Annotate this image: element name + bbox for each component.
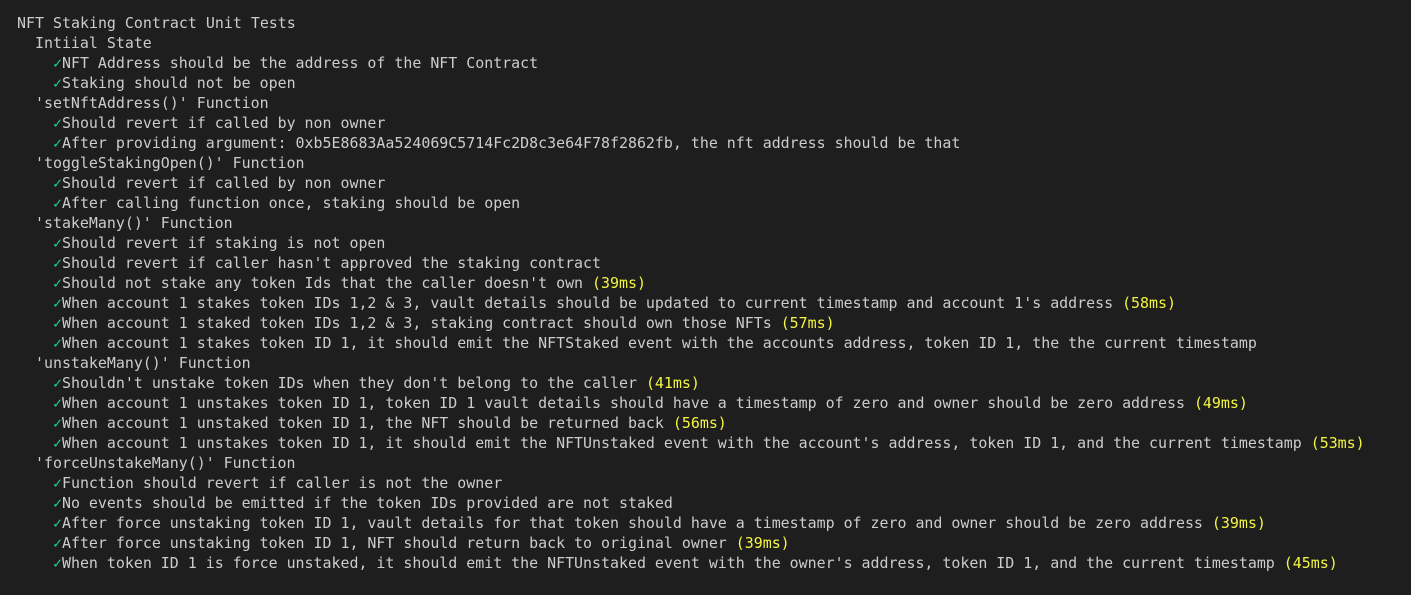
check-icon: ✓ bbox=[53, 274, 62, 292]
test-result-row: ✓After calling function once, staking sh… bbox=[0, 193, 1411, 213]
test-duration: (53ms) bbox=[1310, 434, 1365, 452]
test-result-row: ✓After providing argument: 0xb5E8683Aa52… bbox=[0, 133, 1411, 153]
test-description: When token ID 1 is force unstaked, it sh… bbox=[61, 554, 1275, 572]
test-duration: (39ms) bbox=[592, 274, 646, 292]
test-result-row: ✓After force unstaking token ID 1, NFT s… bbox=[0, 533, 1411, 553]
check-icon: ✓ bbox=[53, 114, 62, 132]
test-group-title: Intiial State bbox=[35, 34, 152, 52]
test-group-title: 'setNftAddress()' Function bbox=[35, 94, 269, 112]
test-result-row: ✓When account 1 unstakes token ID 1, it … bbox=[0, 433, 1411, 453]
test-result-row: ✓When account 1 unstakes token ID 1, tok… bbox=[0, 393, 1411, 413]
test-description: No events should be emitted if the token… bbox=[61, 494, 673, 512]
check-icon: ✓ bbox=[53, 254, 62, 272]
test-result-row: ✓After force unstaking token ID 1, vault… bbox=[0, 513, 1411, 533]
check-icon: ✓ bbox=[53, 334, 62, 352]
check-icon: ✓ bbox=[53, 474, 62, 492]
test-description: Staking should not be open bbox=[61, 74, 296, 92]
test-description: When account 1 unstakes token ID 1, it s… bbox=[61, 434, 1302, 452]
test-description: When account 1 unstakes token ID 1, toke… bbox=[61, 394, 1185, 412]
suite-title: NFT Staking Contract Unit Tests bbox=[17, 14, 296, 32]
test-description: When account 1 unstaked token ID 1, the … bbox=[61, 414, 664, 432]
test-description: After force unstaking token ID 1, NFT sh… bbox=[61, 534, 727, 552]
test-result-row: ✓When account 1 staked token IDs 1,2 & 3… bbox=[0, 313, 1411, 333]
test-duration: (41ms) bbox=[645, 374, 700, 392]
test-result-row: ✓Should revert if called by non owner bbox=[0, 113, 1411, 133]
check-icon: ✓ bbox=[53, 294, 62, 312]
test-result-row: ✓When account 1 stakes token IDs 1,2 & 3… bbox=[0, 293, 1411, 313]
test-group-title: 'unstakeMany()' Function bbox=[35, 354, 251, 372]
test-result-row: ✓Should revert if staking is not open bbox=[0, 233, 1411, 253]
check-icon: ✓ bbox=[53, 134, 62, 152]
test-result-row: ✓No events should be emitted if the toke… bbox=[0, 493, 1411, 513]
test-duration: (56ms) bbox=[672, 414, 727, 432]
test-group-title: 'forceUnstakeMany()' Function bbox=[35, 454, 296, 472]
test-duration: (58ms) bbox=[1122, 294, 1176, 312]
check-icon: ✓ bbox=[53, 414, 62, 432]
test-result-row: ✓NFT Address should be the address of th… bbox=[0, 53, 1411, 73]
test-result-row: ✓Shouldn't unstake token IDs when they d… bbox=[0, 373, 1411, 393]
test-description: When account 1 stakes token IDs 1,2 & 3,… bbox=[61, 294, 1114, 312]
test-description: Should revert if staking is not open bbox=[61, 234, 386, 252]
test-result-row: ✓Should revert if called by non owner bbox=[0, 173, 1411, 193]
test-description: NFT Address should be the address of the… bbox=[61, 54, 539, 72]
test-duration: (39ms) bbox=[735, 534, 790, 552]
test-description: When account 1 stakes token ID 1, it sho… bbox=[61, 334, 1257, 352]
test-description: After calling function once, staking sho… bbox=[61, 194, 521, 212]
check-icon: ✓ bbox=[53, 494, 62, 512]
test-duration: (49ms) bbox=[1193, 394, 1248, 412]
test-description: When account 1 staked token IDs 1,2 & 3,… bbox=[61, 314, 772, 332]
test-result-row: ✓When account 1 stakes token ID 1, it sh… bbox=[0, 333, 1411, 353]
check-icon: ✓ bbox=[53, 234, 62, 252]
test-description: Should revert if caller hasn't approved … bbox=[61, 254, 602, 272]
test-duration: (45ms) bbox=[1283, 554, 1338, 572]
check-icon: ✓ bbox=[53, 194, 62, 212]
test-group-title: 'toggleStakingOpen()' Function bbox=[35, 154, 305, 172]
test-result-row: ✓Should revert if caller hasn't approved… bbox=[0, 253, 1411, 273]
test-description: After force unstaking token ID 1, vault … bbox=[61, 514, 1203, 532]
check-icon: ✓ bbox=[53, 394, 62, 412]
check-icon: ✓ bbox=[53, 554, 62, 572]
check-icon: ✓ bbox=[53, 314, 62, 332]
test-duration: (39ms) bbox=[1211, 514, 1266, 532]
test-description: Should not stake any token Ids that the … bbox=[61, 274, 584, 292]
test-description: Should revert if called by non owner bbox=[61, 174, 386, 192]
test-result-row: ✓When token ID 1 is force unstaked, it s… bbox=[0, 553, 1411, 573]
test-result-row: ✓When account 1 unstaked token ID 1, the… bbox=[0, 413, 1411, 433]
check-icon: ✓ bbox=[53, 74, 62, 92]
test-result-row: ✓Staking should not be open bbox=[0, 73, 1411, 93]
test-description: Shouldn't unstake token IDs when they do… bbox=[61, 374, 637, 392]
check-icon: ✓ bbox=[53, 514, 62, 532]
test-result-row: ✓Function should revert if caller is not… bbox=[0, 473, 1411, 493]
check-icon: ✓ bbox=[53, 374, 62, 392]
test-duration: (57ms) bbox=[780, 314, 835, 332]
test-groups: Intiial State ✓NFT Address should be the … bbox=[0, 33, 1411, 573]
test-description: After providing argument: 0xb5E8683Aa524… bbox=[61, 134, 961, 152]
check-icon: ✓ bbox=[53, 54, 62, 72]
terminal-output: NFT Staking Contract Unit Tests Intiial … bbox=[0, 0, 1411, 595]
test-result-row: ✓Should not stake any token Ids that the… bbox=[0, 273, 1411, 293]
check-icon: ✓ bbox=[53, 434, 62, 452]
test-description: Should revert if called by non owner bbox=[61, 114, 386, 132]
test-description: Function should revert if caller is not … bbox=[61, 474, 503, 492]
check-icon: ✓ bbox=[53, 534, 62, 552]
test-group-title: 'stakeMany()' Function bbox=[35, 214, 233, 232]
check-icon: ✓ bbox=[53, 174, 62, 192]
